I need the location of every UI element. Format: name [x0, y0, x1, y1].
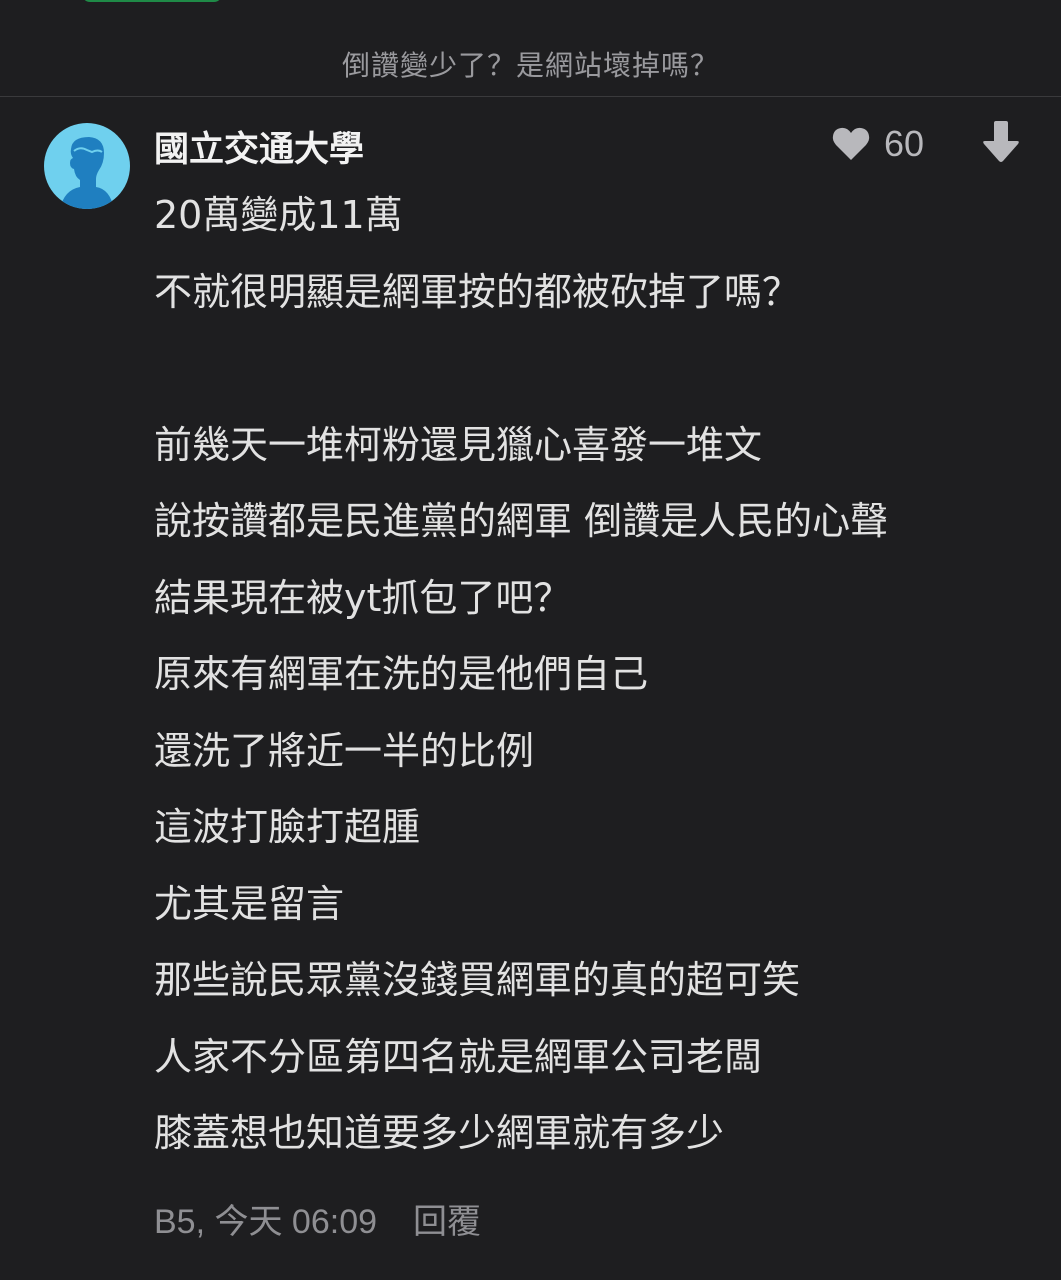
comment-author[interactable]: 國立交通大學: [154, 121, 364, 172]
comment-line: 膝蓋想也知道要多少網軍就有多少: [154, 1111, 725, 1155]
like-count: 60: [884, 123, 925, 164]
arrow-down-icon[interactable]: [982, 121, 1020, 163]
avatar[interactable]: [44, 123, 130, 209]
comment-body: 20萬變成11萬 不就很明顯是網軍按的都被砍掉了嗎？ 前幾天一堆柯粉還見獵心喜發…: [154, 187, 1034, 1182]
comment-line: 還洗了將近一半的比例: [154, 728, 535, 773]
comment-floor-time: B5, 今天 06:09: [154, 1203, 378, 1241]
comment-line: 說按讚都是民進黨的網軍 倒讚是人民的心聲: [154, 499, 889, 543]
comment-line: 不就很明顯是網軍按的都被砍掉了嗎？: [154, 269, 801, 314]
reply-button[interactable]: 回覆: [413, 1194, 481, 1243]
comment-line: [154, 340, 1034, 417]
comment-line: 那些說民眾黨沒錢買網軍的真的超可笑: [154, 958, 801, 1002]
comment-card: 國立交通大學 60 20萬變成11萬 不就很明顯是網軍按的都被砍掉了嗎？ 前幾天…: [0, 97, 1061, 1280]
comment-line: 這波打臉打超腫: [154, 805, 421, 849]
comment-line: 結果現在被yt抓包了吧？: [154, 575, 572, 620]
comment-line: 20萬變成11萬: [154, 193, 403, 237]
user-silhouette-icon: [60, 137, 114, 209]
heart-icon: [832, 127, 870, 160]
comment-line: 尤其是留言: [154, 881, 345, 926]
comment-line: 前幾天一堆柯粉還見獵心喜發一堆文: [154, 422, 763, 467]
like-button[interactable]: 60: [832, 123, 924, 165]
post-title-bar: 倒讚變少了？是網站壞掉嗎？: [0, 0, 1061, 97]
comment-meta: B5, 今天 06:09 回覆: [154, 1194, 481, 1243]
comment-line: 人家不分區第四名就是網軍公司老闆: [154, 1034, 763, 1079]
comment-line: 原來有網軍在洗的是他們自己: [154, 652, 649, 696]
post-title: 倒讚變少了？是網站壞掉嗎？: [341, 49, 719, 82]
